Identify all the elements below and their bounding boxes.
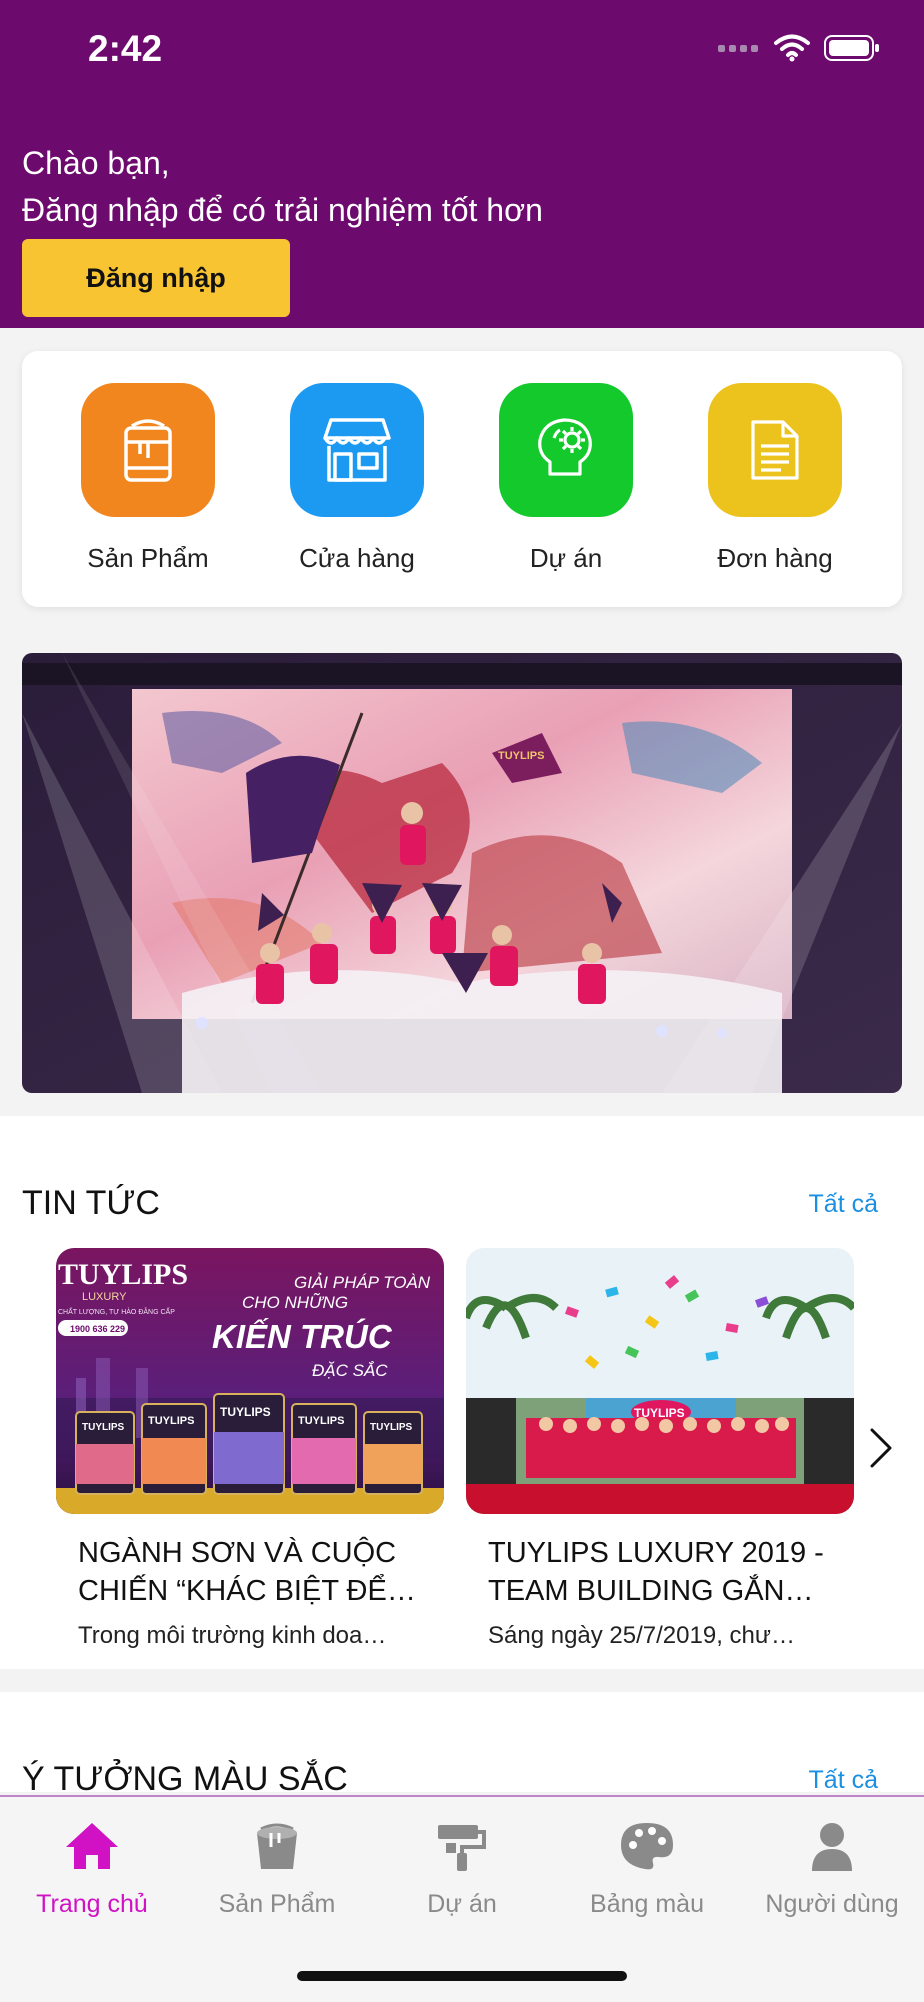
svg-text:CHO NHỮNG: CHO NHỮNG [242,1292,348,1312]
color-ideas-section: Ý TƯỞNG MÀU SẮC Tất cả [0,1692,924,1798]
news-description: Trong môi trường kinh doa… [78,1622,387,1649]
news-thumbnail: TUYLIPS [466,1248,854,1514]
svg-text:TUYLIPS: TUYLIPS [58,1258,188,1291]
idea-gear-icon [499,383,633,517]
tab-label: Trang chủ [36,1890,148,1918]
quick-action-label: Đơn hàng [717,543,833,573]
svg-text:LUXURY: LUXURY [82,1291,127,1303]
svg-text:TUYLIPS: TUYLIPS [370,1422,413,1433]
paint-can-icon [81,383,215,517]
svg-text:1900 636 229: 1900 636 229 [70,1324,125,1334]
paint-roller-icon [438,1825,486,1871]
news-title: TUYLIPS LUXURY 2019 - TEAM BUILDING GẮN… [488,1537,824,1607]
svg-text:KIẾN TRÚC: KIẾN TRÚC [212,1318,393,1355]
quick-action-label: Dự án [529,543,603,573]
tab-palette[interactable]: Bảng màu [557,1819,737,1919]
quick-actions-card: Sản Phẩm Cửa hàng Dự án Đơn hàng [22,351,902,607]
paint-bucket-icon [257,1823,297,1869]
svg-text:ĐẶC SẮC: ĐẶC SẮC [312,1361,388,1380]
header: 2:42 Chào bạn, Đăng nhập để có trải nghi… [0,0,924,328]
storefront-icon [290,383,424,517]
quick-action-projects[interactable]: Dự án [486,383,646,574]
svg-text:TUYLIPS: TUYLIPS [82,1422,125,1433]
svg-text:TUYLIPS: TUYLIPS [148,1415,194,1427]
palette-icon [621,1823,673,1870]
wifi-icon [774,34,810,62]
greeting-text: Chào bạn, [22,145,170,181]
home-indicator [297,1971,627,1981]
tab-user[interactable]: Người dùng [742,1819,922,1919]
login-button[interactable]: Đăng nhập [22,239,290,317]
svg-text:TUYLIPS: TUYLIPS [298,1415,344,1427]
svg-text:TUYLIPS: TUYLIPS [220,1405,271,1419]
login-prompt-text: Đăng nhập để có trải nghiệm tốt hơn [22,192,543,228]
signal-icon [718,45,758,52]
battery-icon [824,35,879,61]
tab-home[interactable]: Trang chủ [2,1819,182,1919]
quick-action-products[interactable]: Sản Phẩm [68,383,228,574]
quick-action-label: Sản Phẩm [87,543,209,573]
news-section: TIN TỨC Tất cả TUYLIPS LUXURY CHẤT LƯỢNG… [0,1116,924,1669]
quick-action-stores[interactable]: Cửa hàng [277,383,437,574]
user-icon [812,1823,852,1871]
event-photo: TUYLIPS [22,653,902,1093]
status-time: 2:42 [88,28,163,69]
tab-label: Người dùng [765,1890,899,1918]
promo-banner[interactable]: TUYLIPS [22,653,902,1093]
chevron-right-icon[interactable] [862,1424,898,1472]
ideas-see-all-link[interactable]: Tất cả [809,1766,878,1795]
tab-products[interactable]: Sản Phẩm [187,1819,367,1919]
news-title: NGÀNH SƠN VÀ CUỘC CHIẾN “KHÁC BIỆT ĐỂ… [78,1537,416,1607]
tab-projects[interactable]: Dự án [372,1819,552,1919]
quick-action-orders[interactable]: Đơn hàng [695,383,855,574]
svg-text:GIẢI PHÁP TOÀN: GIẢI PHÁP TOÀN [294,1273,431,1292]
status-icons [718,34,880,62]
news-section-title: TIN TỨC [22,1184,160,1222]
tab-label: Bảng màu [590,1890,704,1918]
news-card[interactable]: TUYLIPS LUXURY CHẤT LƯỢNG, TỰ HÀO ĐẲNG C… [56,1248,444,1650]
news-see-all-link[interactable]: Tất cả [809,1190,878,1219]
quick-action-label: Cửa hàng [299,543,415,573]
news-card[interactable]: TUYLIPS TUYLIPS LUXURY 2019 - TEAM BUILD… [466,1248,854,1650]
tab-label: Sản Phẩm [218,1890,336,1918]
tab-label: Dự án [427,1890,497,1918]
document-icon [708,383,842,517]
news-description: Sáng ngày 25/7/2019, chư… [488,1622,795,1649]
home-icon [66,1823,118,1869]
news-thumbnail: TUYLIPS LUXURY CHẤT LƯỢNG, TỰ HÀO ĐẲNG C… [56,1248,444,1514]
ideas-section-title: Ý TƯỞNG MÀU SẮC [22,1760,348,1798]
svg-text:TUYLIPS: TUYLIPS [498,750,544,762]
